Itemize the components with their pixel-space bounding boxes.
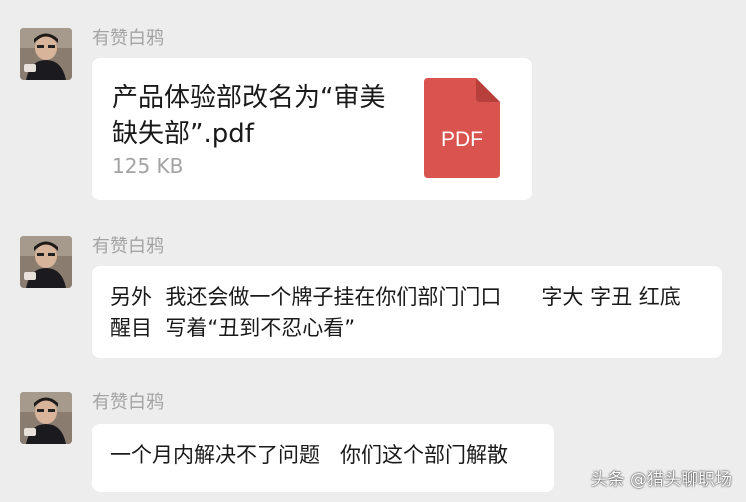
text-message-bubble[interactable]: 一个月内解决不了问题 你们这个部门解散 bbox=[92, 424, 554, 492]
text-message-bubble[interactable]: 另外 我还会做一个牌子挂在你们部门门口 字大 字丑 红底 醒目 写着“丑到不忍心… bbox=[92, 266, 722, 358]
avatar[interactable] bbox=[20, 236, 72, 288]
avatar-photo bbox=[20, 236, 72, 288]
avatar-photo bbox=[20, 28, 72, 80]
message-text: 另外 我还会做一个牌子挂在你们部门门口 字大 字丑 红底 醒目 写着“丑到不忍心… bbox=[110, 285, 688, 340]
watermark: 头条 @猎头聊职场 bbox=[590, 470, 732, 490]
sender-name: 有赞白鸦 bbox=[92, 236, 164, 257]
file-message-bubble[interactable]: 产品体验部改名为“审美缺失部”.pdf 125 KB PDF bbox=[92, 58, 532, 200]
message-text: 一个月内解决不了问题 你们这个部门解散 bbox=[110, 443, 509, 467]
avatar[interactable] bbox=[20, 392, 72, 444]
file-size: 125 KB bbox=[112, 154, 184, 178]
pdf-icon-label: PDF bbox=[441, 128, 483, 151]
avatar-photo bbox=[20, 392, 72, 444]
sender-name: 有赞白鸦 bbox=[92, 28, 164, 49]
pdf-icon: PDF bbox=[424, 78, 500, 178]
sender-name: 有赞白鸦 bbox=[92, 392, 164, 413]
avatar[interactable] bbox=[20, 28, 72, 80]
file-name: 产品体验部改名为“审美缺失部”.pdf bbox=[112, 83, 386, 149]
